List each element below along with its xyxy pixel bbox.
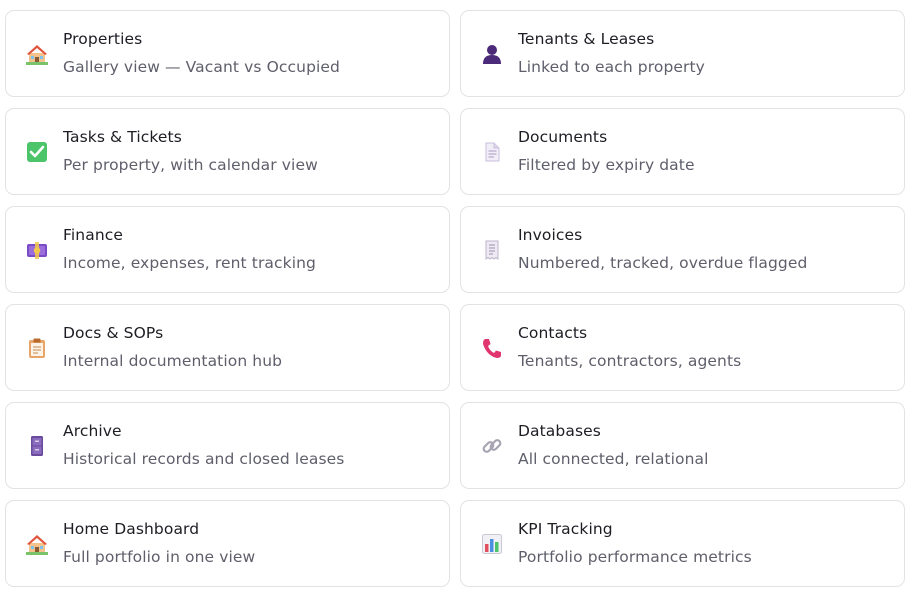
- feature-card-grid: Properties Gallery view — Vacant vs Occu…: [5, 10, 905, 587]
- card-subtitle: All connected, relational: [518, 450, 709, 468]
- card-tasks-tickets[interactable]: Tasks & Tickets Per property, with calen…: [5, 108, 450, 195]
- card-title: KPI Tracking: [518, 520, 613, 538]
- card-title: Tasks & Tickets: [63, 128, 182, 146]
- card-title: Documents: [518, 128, 608, 146]
- card-home-dashboard[interactable]: Home Dashboard Full portfolio in one vie…: [5, 500, 450, 587]
- card-subtitle: Per property, with calendar view: [63, 156, 318, 174]
- card-subtitle: Tenants, contractors, agents: [518, 352, 742, 370]
- card-title: Finance: [63, 226, 123, 244]
- card-kpi-tracking[interactable]: KPI Tracking Portfolio performance metri…: [460, 500, 905, 587]
- card-subtitle: Linked to each property: [518, 58, 705, 76]
- card-title: Tenants & Leases: [518, 30, 655, 48]
- card-subtitle: Portfolio performance metrics: [518, 548, 752, 566]
- card-subtitle: Numbered, tracked, overdue flagged: [518, 254, 808, 272]
- link-icon: [481, 435, 503, 457]
- card-docs-sops[interactable]: Docs & SOPs Internal documentation hub: [5, 304, 450, 391]
- clipboard-icon: [26, 337, 48, 359]
- card-subtitle: Filtered by expiry date: [518, 156, 695, 174]
- card-title: Archive: [63, 422, 122, 440]
- card-title: Contacts: [518, 324, 588, 342]
- document-icon: [481, 141, 503, 163]
- card-title: Invoices: [518, 226, 583, 244]
- card-subtitle: Income, expenses, rent tracking: [63, 254, 316, 272]
- card-subtitle: Internal documentation hub: [63, 352, 283, 370]
- house-icon: [26, 43, 48, 65]
- bar-chart-icon: [481, 533, 503, 555]
- file-cabinet-icon: [26, 435, 48, 457]
- card-tenants-leases[interactable]: Tenants & Leases Linked to each property: [460, 10, 905, 97]
- phone-icon: [481, 337, 503, 359]
- card-finance[interactable]: Finance Income, expenses, rent tracking: [5, 206, 450, 293]
- card-subtitle: Historical records and closed leases: [63, 450, 345, 468]
- card-properties[interactable]: Properties Gallery view — Vacant vs Occu…: [5, 10, 450, 97]
- card-databases[interactable]: Databases All connected, relational: [460, 402, 905, 489]
- card-contacts[interactable]: Contacts Tenants, contractors, agents: [460, 304, 905, 391]
- house-icon: [26, 533, 48, 555]
- check-mark-icon: [26, 141, 48, 163]
- money-icon: [26, 239, 48, 261]
- card-title: Properties: [63, 30, 143, 48]
- card-invoices[interactable]: Invoices Numbered, tracked, overdue flag…: [460, 206, 905, 293]
- card-title: Docs & SOPs: [63, 324, 164, 342]
- card-subtitle: Gallery view — Vacant vs Occupied: [63, 58, 340, 76]
- card-title: Databases: [518, 422, 601, 440]
- receipt-icon: [481, 239, 503, 261]
- person-silhouette-icon: [481, 43, 503, 65]
- card-title: Home Dashboard: [63, 520, 200, 538]
- card-subtitle: Full portfolio in one view: [63, 548, 256, 566]
- card-documents[interactable]: Documents Filtered by expiry date: [460, 108, 905, 195]
- card-archive[interactable]: Archive Historical records and closed le…: [5, 402, 450, 489]
